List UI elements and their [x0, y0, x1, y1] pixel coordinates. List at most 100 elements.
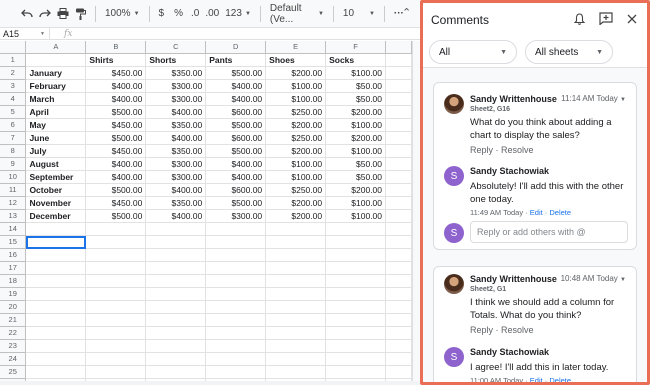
- cell[interactable]: [145, 339, 207, 354]
- cell[interactable]: [145, 313, 207, 328]
- formula-input[interactable]: [72, 28, 420, 39]
- cell[interactable]: $250.00: [265, 131, 327, 146]
- cell[interactable]: [145, 287, 207, 302]
- comment-scope-select[interactable]: All ▼: [429, 40, 517, 64]
- cell[interactable]: $300.00: [145, 79, 207, 94]
- cell[interactable]: [325, 248, 387, 263]
- cell[interactable]: September: [25, 170, 87, 185]
- cell[interactable]: [265, 235, 327, 250]
- row-header[interactable]: 4: [0, 92, 27, 107]
- undo-icon[interactable]: [18, 4, 36, 24]
- cell[interactable]: [385, 300, 412, 315]
- cell[interactable]: $200.00: [325, 105, 387, 120]
- cell[interactable]: $200.00: [325, 131, 387, 146]
- redo-icon[interactable]: [36, 4, 54, 24]
- cell[interactable]: [265, 352, 327, 367]
- cell[interactable]: [25, 300, 87, 315]
- row-header[interactable]: 17: [0, 261, 27, 276]
- select-all-corner[interactable]: [0, 41, 27, 55]
- cell[interactable]: [385, 313, 412, 328]
- cell[interactable]: [205, 274, 267, 289]
- row-header[interactable]: 14: [0, 222, 27, 237]
- cell[interactable]: $300.00: [145, 157, 207, 172]
- cell[interactable]: [205, 326, 267, 341]
- cell[interactable]: [325, 235, 387, 250]
- cell[interactable]: $200.00: [265, 196, 327, 211]
- cell[interactable]: [25, 339, 87, 354]
- cell[interactable]: $100.00: [265, 170, 327, 185]
- cell[interactable]: [385, 326, 412, 341]
- cell[interactable]: $200.00: [265, 209, 327, 224]
- cell[interactable]: [265, 222, 327, 237]
- cell[interactable]: [265, 339, 327, 354]
- cell[interactable]: [85, 300, 147, 315]
- cell[interactable]: [385, 66, 412, 81]
- cell[interactable]: [325, 261, 387, 276]
- cell[interactable]: [25, 222, 87, 237]
- print-icon[interactable]: [54, 4, 72, 24]
- cell[interactable]: $100.00: [265, 79, 327, 94]
- row-header[interactable]: 8: [0, 144, 27, 159]
- row-header[interactable]: 24: [0, 352, 27, 367]
- cell[interactable]: [85, 313, 147, 328]
- cell[interactable]: [385, 261, 412, 276]
- font-size-select[interactable]: 10 ▼: [340, 4, 378, 24]
- cell[interactable]: $200.00: [265, 144, 327, 159]
- cell[interactable]: November: [25, 196, 87, 211]
- cell[interactable]: [25, 235, 87, 250]
- cell[interactable]: $500.00: [205, 196, 267, 211]
- cell[interactable]: [325, 300, 387, 315]
- reply-input[interactable]: Reply or add others with @: [470, 221, 628, 243]
- row-header[interactable]: 3: [0, 79, 27, 94]
- row-header[interactable]: 1: [0, 53, 27, 68]
- delete-link[interactable]: Delete: [549, 376, 571, 382]
- row-header[interactable]: 21: [0, 313, 27, 328]
- cell[interactable]: June: [25, 131, 87, 146]
- row-header[interactable]: 9: [0, 157, 27, 172]
- column-header-f[interactable]: F: [325, 41, 387, 55]
- reply-button[interactable]: Reply: [470, 145, 493, 155]
- row-header[interactable]: 12: [0, 196, 27, 211]
- cell[interactable]: [325, 274, 387, 289]
- cell[interactable]: [85, 248, 147, 263]
- cell[interactable]: [385, 170, 412, 185]
- comment-thread[interactable]: Sandy Writtenhouse 11:14 AM Today ▼ Shee…: [433, 82, 637, 250]
- cell[interactable]: [85, 326, 147, 341]
- cell[interactable]: [85, 222, 147, 237]
- cell[interactable]: [325, 365, 387, 380]
- cell[interactable]: [85, 287, 147, 302]
- cell[interactable]: October: [25, 183, 87, 198]
- row-header[interactable]: 10: [0, 170, 27, 185]
- cell[interactable]: $100.00: [265, 92, 327, 107]
- cell[interactable]: $50.00: [325, 92, 387, 107]
- row-header[interactable]: 19: [0, 287, 27, 302]
- cell[interactable]: [385, 79, 412, 94]
- comment-thread[interactable]: Sandy Writtenhouse 10:48 AM Today ▼ Shee…: [433, 266, 637, 382]
- cell[interactable]: [25, 365, 87, 380]
- cell[interactable]: Shoes: [265, 53, 327, 68]
- cell[interactable]: $400.00: [85, 92, 147, 107]
- increase-decimal-button[interactable]: .00: [202, 4, 222, 24]
- cell[interactable]: [325, 339, 387, 354]
- cell[interactable]: [265, 248, 327, 263]
- cell[interactable]: [385, 157, 412, 172]
- cell[interactable]: [145, 274, 207, 289]
- row-header[interactable]: 25: [0, 365, 27, 380]
- cell[interactable]: [325, 222, 387, 237]
- cell[interactable]: [385, 274, 412, 289]
- cell[interactable]: [385, 365, 412, 380]
- cell[interactable]: $300.00: [145, 170, 207, 185]
- cell[interactable]: $400.00: [85, 79, 147, 94]
- cell[interactable]: [145, 235, 207, 250]
- edit-link[interactable]: Edit: [530, 376, 543, 382]
- close-icon[interactable]: [627, 14, 637, 27]
- cell[interactable]: $450.00: [85, 66, 147, 81]
- cell[interactable]: [325, 313, 387, 328]
- cell[interactable]: $100.00: [265, 157, 327, 172]
- cell[interactable]: May: [25, 118, 87, 133]
- cell[interactable]: $500.00: [205, 66, 267, 81]
- cell[interactable]: $350.00: [145, 196, 207, 211]
- row-header[interactable]: 22: [0, 326, 27, 341]
- cell[interactable]: [205, 352, 267, 367]
- cell[interactable]: [25, 274, 87, 289]
